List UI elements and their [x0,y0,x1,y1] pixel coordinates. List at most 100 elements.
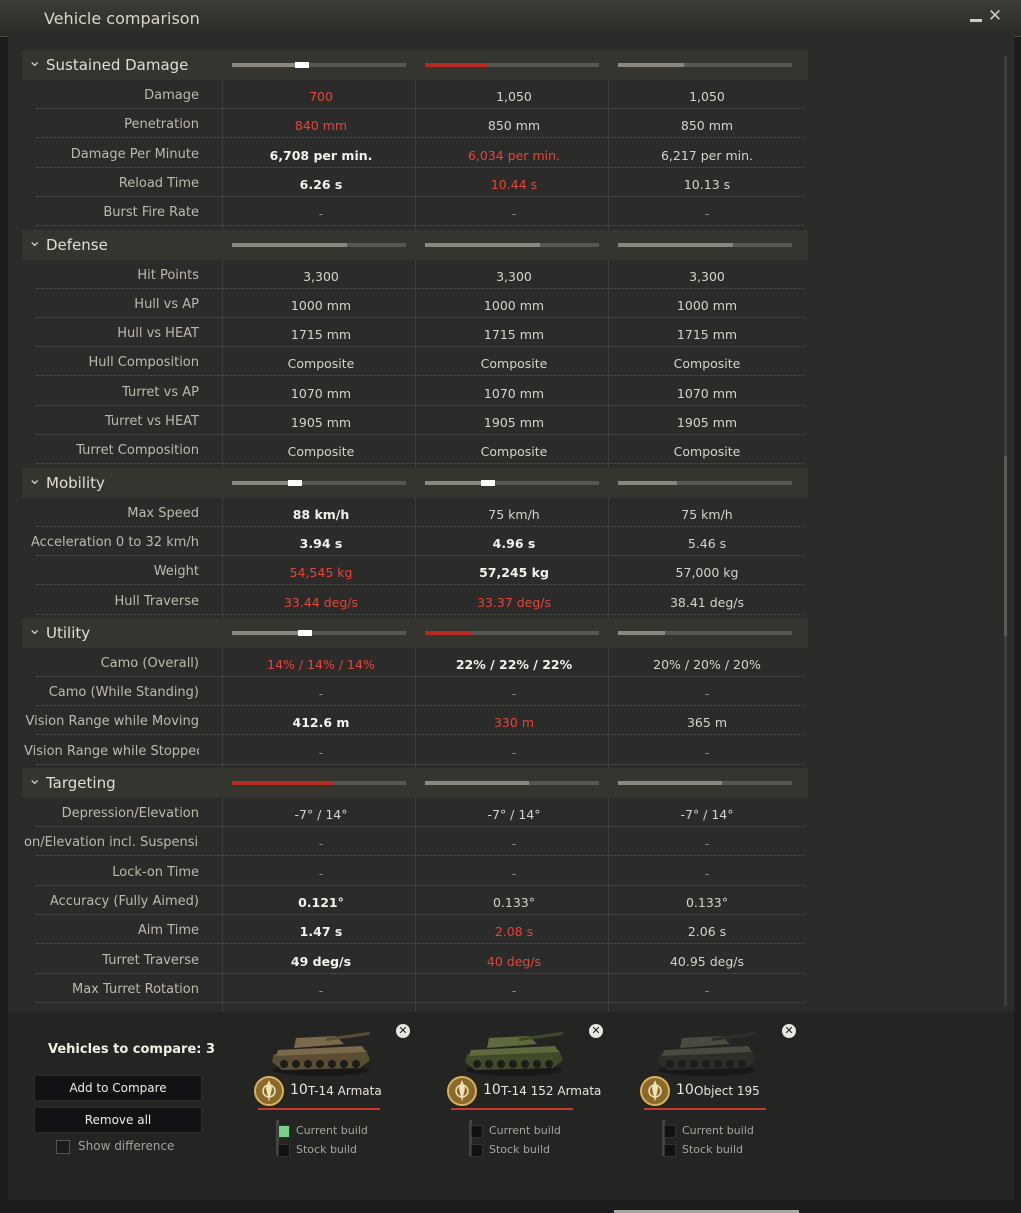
current-build-checkbox[interactable] [664,1125,676,1138]
stat-value: 57,245 kg [479,565,549,581]
minimize-icon[interactable] [968,6,984,24]
vehicle-tier: 10 [290,1082,308,1098]
score-bar-fill [618,630,665,635]
chevron-down-icon[interactable]: ⌄ [28,51,41,70]
stat-label: Penetration [124,117,199,133]
stat-row: Aim Time 1.47 s 2.08 s 2.06 s [8,918,808,945]
stat-label: Turret Composition [76,443,199,459]
stat-value: 3.94 s [299,535,343,551]
current-build-option[interactable]: Current build [471,1124,591,1138]
vehicle-name: T-14 152 Armata [501,1084,602,1098]
vehicle-tier: 10 [483,1082,501,1098]
stat-value: 6,217 per min. [660,147,754,163]
score-bar-marker [480,479,495,486]
score-bar-fill [425,63,488,67]
row-divider [36,166,804,168]
row-divider [36,554,804,556]
chevron-down-icon[interactable]: ⌄ [28,231,41,250]
score-bar-fill [232,63,299,67]
chevron-down-icon[interactable]: ⌄ [28,619,41,638]
current-build-checkbox[interactable] [278,1125,290,1138]
category-name: Sustained Damage [46,56,189,74]
vehicle-name: Object 195 [694,1084,760,1098]
stock-build-option[interactable]: Stock build [278,1143,398,1157]
row-divider [36,404,804,406]
stat-row: Acceleration 0 to 32 km/h 3.94 s 4.96 s 5.4… [8,530,808,556]
stat-value: Composite [480,356,548,372]
tank-image [459,1016,569,1078]
current-build-option[interactable]: Current build [278,1124,398,1138]
chevron-down-icon[interactable]: ⌄ [28,769,41,788]
stock-build-option[interactable]: Stock build [471,1143,591,1157]
current-build-option[interactable]: Current build [664,1124,784,1138]
vehicle-underline [451,1108,573,1110]
row-divider [36,463,804,465]
score-bar-fill [618,480,678,485]
stat-value: 1000 mm [676,297,738,313]
stat-row: Vision Range while Moving 412.6 m 330 m 365… [8,709,808,736]
stat-row: Burst Fire Rate - - - [8,200,808,227]
stat-value: 22% / 22% / 22% [455,656,573,672]
stat-value: 33.37 deg/s [476,594,552,610]
stat-value: 6,034 per min. [467,147,561,163]
stock-build-label: Stock build [682,1143,743,1156]
show-difference-checkbox[interactable] [56,1140,70,1154]
stat-label: Turret vs HEAT [104,414,199,429]
tier-emblem-icon [640,1076,670,1106]
stat-label: Acceleration 0 to 32 km/h [31,534,199,550]
tank-image [266,1016,376,1078]
compare-footer: Vehicles to compare: 3 Add to Compare Re… [8,1012,1014,1200]
score-bar-fill [425,781,530,785]
stat-label: on/Elevation incl. Suspension [24,835,199,851]
current-build-label: Current build [682,1124,754,1137]
stat-value: 1,050 [496,89,532,104]
row-divider [36,705,804,707]
close-icon[interactable]: ✕ [986,7,1004,25]
stat-value: Composite [287,444,355,460]
current-build-checkbox[interactable] [471,1125,483,1138]
stat-row: Max Turret Rotation - - - [8,977,808,1003]
stat-value: - [704,865,710,881]
stat-row: Turret vs HEAT 1905 mm 1905 mm 1905 mm [8,409,808,435]
row-divider [36,1001,804,1003]
row-divider [36,913,804,915]
stat-value: - [318,206,324,222]
remove-vehicle-icon[interactable]: ✕ [782,1024,796,1038]
stat-value: 1905 mm [483,415,545,430]
stat-label: Aim Time [137,923,199,939]
stat-label: Hull vs HEAT [117,326,199,342]
category-score-bar [618,781,792,785]
category-score-bar [618,242,792,247]
score-bar-fill [425,630,472,635]
score-bar-fill [232,480,292,485]
row-divider [36,108,804,109]
stat-row: Damage Per Minute 6,708 per min. 6,034 per… [8,142,808,168]
tank-image [652,1016,762,1078]
vertical-scrollbar[interactable] [1004,56,1007,1006]
remove-vehicle-icon[interactable]: ✕ [396,1024,410,1038]
row-divider [36,525,804,527]
vehicle-card: ✕ 10 Object 195 Current build Stock build [608,1012,800,1172]
stat-value: 2.06 s [687,924,727,940]
stat-value: 3,300 [496,268,532,284]
stock-build-checkbox[interactable] [664,1144,676,1157]
add-to-compare-button[interactable]: Add to Compare [34,1075,202,1101]
remove-vehicle-icon[interactable]: ✕ [589,1024,603,1038]
stat-label: Hull Composition [88,355,199,371]
stock-build-option[interactable]: Stock build [664,1143,784,1157]
stat-row: Hull Composition Composite Composite Compos… [8,350,808,377]
stat-row: Hull Traverse 33.44 deg/s 33.37 deg/s 38.41… [8,589,808,615]
stat-value: - [704,206,710,222]
stat-value: Composite [287,356,355,372]
show-difference-toggle[interactable]: Show difference [56,1139,216,1155]
stats-table[interactable]: ⌄ Sustained Damage Damage 700 1,050 1,050 Pene… [8,36,1014,1012]
category-name: Mobility [46,473,105,492]
stock-build-checkbox[interactable] [278,1144,290,1157]
stat-row: Turret Composition Composite Composite Comp… [8,438,808,465]
scrollbar-thumb[interactable] [1004,456,1007,636]
row-divider [36,613,804,615]
window-title: Vehicle comparison [44,9,200,28]
chevron-down-icon[interactable]: ⌄ [28,469,41,488]
stock-build-checkbox[interactable] [471,1144,483,1157]
remove-all-button[interactable]: Remove all [34,1107,202,1133]
